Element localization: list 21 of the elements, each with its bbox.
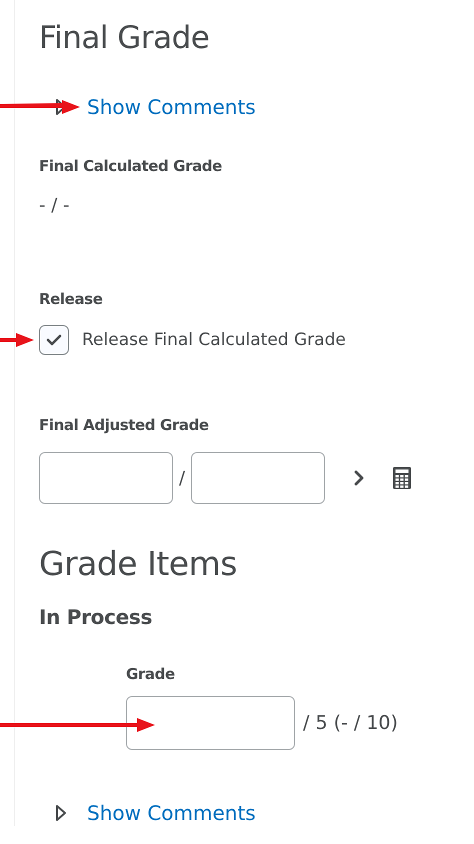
separator-text: / (179, 468, 186, 488)
subsection-title: In Process (39, 604, 154, 630)
show-comments-link[interactable]: Show Comments (87, 800, 256, 826)
points-text: / 5 (- / 10) (303, 712, 398, 734)
calculator-icon[interactable] (393, 467, 412, 489)
grade-input-field[interactable] (39, 452, 173, 504)
calculated-grade: - / - (39, 194, 70, 218)
field-label: Final Calculated Grade (39, 156, 223, 176)
annotation-arrow (0, 333, 34, 347)
field-label: Grade (126, 664, 176, 684)
checkmark-icon (46, 333, 62, 347)
checkbox[interactable] (39, 325, 69, 355)
field-label: Final Adjusted Grade (39, 415, 210, 435)
chevron-right-icon[interactable] (353, 469, 366, 487)
checkbox-label: Release Final Calculated Grade (82, 329, 346, 351)
show-comments-link[interactable]: Show Comments (87, 94, 256, 120)
section-title: Final Grade (39, 19, 210, 58)
section-title: Grade Items (39, 544, 238, 584)
field-label: Release (39, 289, 104, 309)
grade-input-field[interactable] (191, 452, 326, 504)
grade-input-field[interactable] (126, 696, 295, 750)
